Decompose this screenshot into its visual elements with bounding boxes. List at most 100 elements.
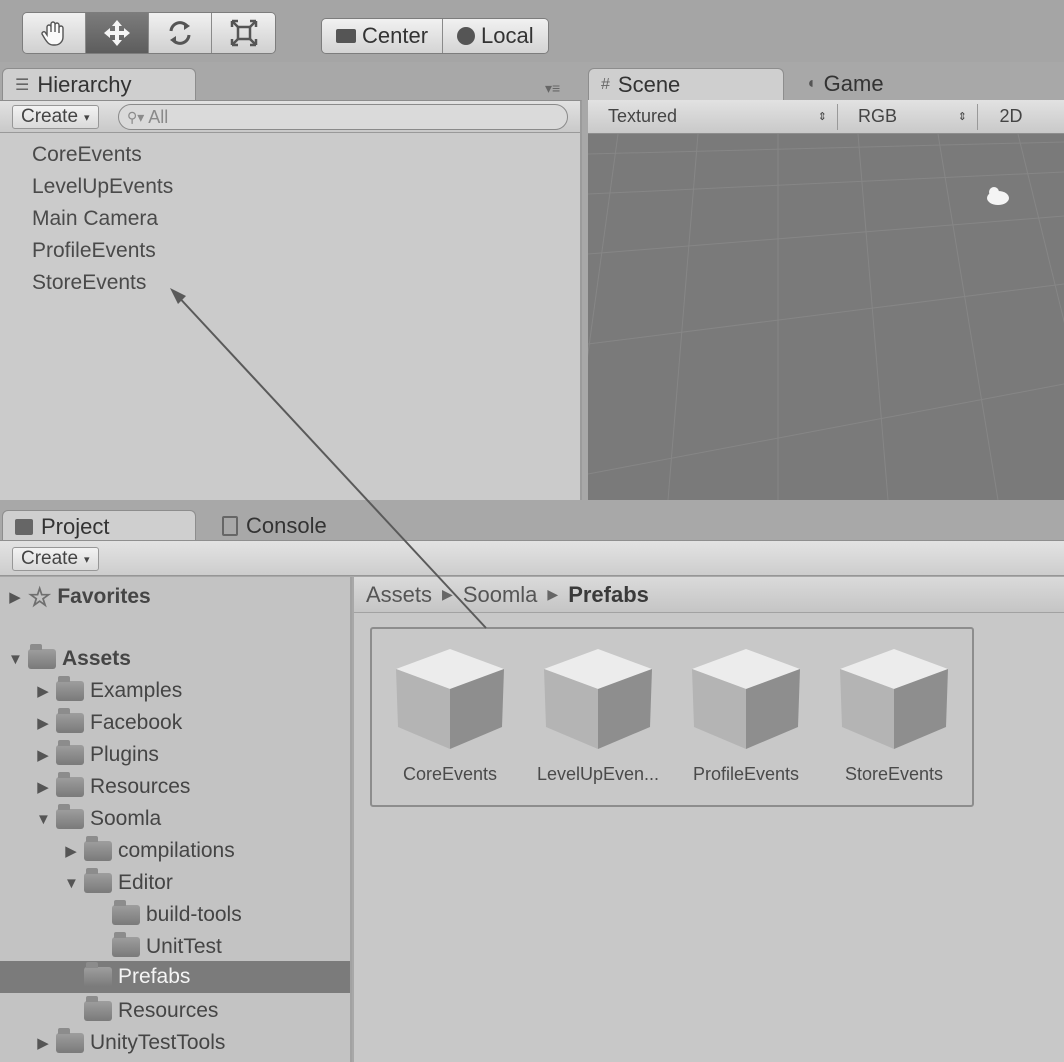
hierarchy-item-main-camera[interactable]: Main Camera	[32, 203, 173, 235]
folder-icon	[56, 676, 84, 701]
list-icon: ☰	[15, 76, 30, 94]
mode-2d-label: 2D	[999, 106, 1023, 126]
cloud-icon	[987, 187, 1009, 205]
asset-grid: CoreEvents LevelUpEven... ProfileEvents	[370, 627, 974, 807]
tree-item-soomla[interactable]: ▼ Soomla	[36, 803, 161, 835]
collapse-arrow-icon[interactable]: ▼	[8, 651, 23, 668]
tree-item-resources[interactable]: ▶ Resources	[36, 771, 190, 803]
tree-label: Resources	[90, 775, 191, 798]
project-tree: ▶ ☆ Favorites ▼ Assets ▶ Examples ▶ Face…	[0, 577, 352, 1062]
prefab-cube-icon	[840, 649, 948, 749]
prefab-cube-icon	[396, 649, 504, 749]
hierarchy-item-levelupevents[interactable]: LevelUpEvents	[32, 171, 173, 203]
scale-icon	[230, 19, 257, 47]
expand-arrow-icon[interactable]: ▶	[36, 778, 50, 796]
folder-icon	[112, 932, 140, 957]
tree-label: Resources	[118, 999, 219, 1022]
expand-arrow-icon[interactable]: ▶	[8, 588, 22, 606]
asset-coreevents[interactable]: CoreEvents	[380, 647, 520, 785]
tab-console[interactable]: Console	[210, 510, 370, 542]
tree-item-plugins[interactable]: ▶ Plugins	[36, 739, 159, 771]
tree-label: UnitTest	[146, 935, 222, 958]
panel-menu-icon[interactable]: ▾≡	[545, 80, 560, 97]
hierarchy-toolbar: Create ▾ ⚲▾ All	[0, 101, 580, 133]
breadcrumb-soomla[interactable]: Soomla	[463, 582, 538, 608]
tree-label: build-tools	[146, 903, 242, 926]
mode-2d-toggle[interactable]: 2D	[988, 104, 1034, 130]
tab-project[interactable]: Project	[2, 510, 196, 542]
tree-item-soomla-resources[interactable]: Resources	[84, 995, 218, 1027]
camera-icon	[336, 29, 356, 43]
collapse-arrow-icon[interactable]: ▼	[64, 875, 79, 892]
asset-label: StoreEvents	[844, 764, 944, 784]
rotate-tool-button[interactable]	[149, 13, 212, 53]
render-mode-dropdown[interactable]: RGB ⇕	[848, 103, 978, 130]
folder-icon	[56, 772, 84, 797]
tab-project-label: Project	[41, 513, 110, 539]
hierarchy-item-storeevents[interactable]: StoreEvents	[32, 267, 173, 299]
tree-item-unittest[interactable]: UnitTest	[112, 931, 222, 963]
expand-arrow-icon[interactable]: ▶	[64, 842, 78, 860]
tree-item-assets[interactable]: ▼ Assets	[8, 643, 131, 675]
move-tool-button[interactable]	[86, 13, 149, 53]
hierarchy-create-button[interactable]: Create ▾	[12, 105, 99, 129]
pivot-center-button[interactable]: Center	[322, 19, 444, 53]
folder-icon	[84, 996, 112, 1021]
tab-game-label: Game	[823, 71, 884, 96]
grid-icon: #	[601, 75, 610, 93]
tree-item-prefabs[interactable]: Prefabs	[0, 961, 350, 993]
folder-icon	[84, 836, 112, 861]
breadcrumb-assets[interactable]: Assets	[366, 582, 432, 608]
tree-item-editor[interactable]: ▼ Editor	[64, 867, 173, 899]
asset-profileevents[interactable]: ProfileEvents	[676, 647, 816, 785]
project-create-button[interactable]: Create ▾	[12, 547, 99, 571]
tab-hierarchy-label: Hierarchy	[37, 71, 132, 97]
expand-arrow-icon[interactable]: ▶	[36, 746, 50, 764]
expand-arrow-icon[interactable]: ▶	[36, 682, 50, 700]
tree-item-favorites[interactable]: ▶ ☆ Favorites	[8, 581, 150, 613]
expand-arrow-icon[interactable]: ▶	[36, 1034, 50, 1052]
search-icon: ⚲▾	[127, 108, 145, 125]
hierarchy-search-input[interactable]: ⚲▾ All	[118, 104, 568, 130]
pivot-local-label: Local	[481, 23, 534, 48]
folder-icon	[84, 868, 112, 893]
asset-levelupevents[interactable]: LevelUpEven...	[528, 647, 668, 785]
pivot-local-button[interactable]: Local	[443, 19, 548, 53]
main-toolbar: Center Local	[0, 0, 1064, 62]
scene-viewport[interactable]	[588, 134, 1064, 500]
tab-console-label: Console	[246, 513, 327, 538]
breadcrumb-separator-icon: ▶	[442, 586, 453, 602]
breadcrumb-prefabs[interactable]: Prefabs	[568, 582, 649, 608]
tree-item-examples[interactable]: ▶ Examples	[36, 675, 182, 707]
asset-label: CoreEvents	[402, 764, 498, 784]
tab-scene[interactable]: # Scene	[588, 68, 784, 100]
shading-mode-dropdown[interactable]: Textured ⇕	[598, 103, 838, 130]
collapse-arrow-icon[interactable]: ▼	[36, 811, 51, 828]
tab-hierarchy[interactable]: ☰ Hierarchy	[2, 68, 196, 100]
project-create-label: Create	[21, 548, 79, 569]
project-toolbar: Create ▾	[0, 540, 1064, 576]
tree-item-compilations[interactable]: ▶ compilations	[64, 835, 235, 867]
asset-storeevents[interactable]: StoreEvents	[824, 647, 964, 785]
tree-item-unitytesttools[interactable]: ▶ UnityTestTools	[36, 1027, 225, 1059]
breadcrumb: Assets ▶ Soomla ▶ Prefabs	[354, 577, 1064, 613]
hand-tool-button[interactable]	[23, 13, 86, 53]
hierarchy-create-label: Create	[21, 106, 79, 127]
tree-label: Editor	[118, 871, 173, 894]
scale-tool-button[interactable]	[212, 13, 275, 53]
tab-game[interactable]: ◖ Game	[794, 68, 954, 100]
tree-label: Examples	[90, 679, 183, 702]
tree-label: UnityTestTools	[90, 1031, 226, 1054]
hierarchy-item-profileevents[interactable]: ProfileEvents	[32, 235, 173, 267]
tree-item-facebook[interactable]: ▶ Facebook	[36, 707, 182, 739]
tree-label: Assets	[62, 647, 131, 670]
folder-icon	[56, 740, 84, 765]
expand-arrow-icon[interactable]: ▶	[36, 714, 50, 732]
hierarchy-item-coreevents[interactable]: CoreEvents	[32, 139, 173, 171]
tree-label: compilations	[118, 839, 235, 862]
tree-item-build-tools[interactable]: build-tools	[112, 899, 242, 931]
transform-tools	[22, 12, 276, 54]
tree-label: Prefabs	[118, 965, 191, 988]
scene-toolbar: Textured ⇕ RGB ⇕ 2D	[588, 100, 1064, 134]
hierarchy-panel: Create ▾ ⚲▾ All CoreEvents LevelUpEvents…	[0, 100, 582, 500]
